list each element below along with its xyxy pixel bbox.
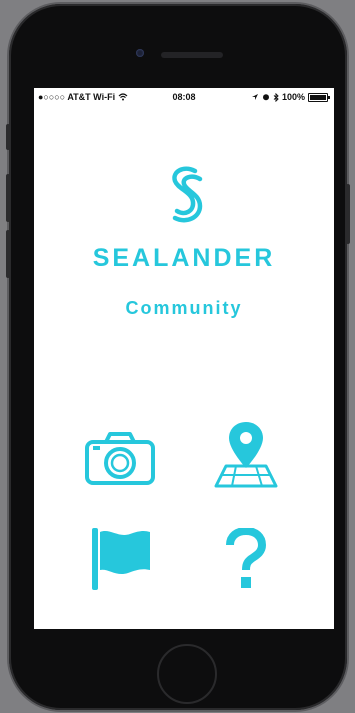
sealander-logo-icon — [172, 166, 203, 223]
flag-icon[interactable] — [92, 526, 152, 592]
map-pin-icon[interactable] — [212, 420, 280, 490]
battery-percent: 100% — [281, 92, 305, 102]
question-mark-icon[interactable] — [224, 528, 268, 592]
battery-icon — [308, 92, 330, 102]
status-bar: ●○○○○ AT&T Wi-Fi 08:08 100% — [34, 88, 334, 106]
home-button[interactable] — [157, 644, 217, 704]
front-camera — [136, 49, 144, 57]
camera-icon[interactable] — [84, 430, 156, 486]
volume-down-button — [6, 230, 10, 278]
alarm-icon — [262, 94, 269, 101]
location-arrow-icon — [251, 94, 258, 100]
earpiece-speaker — [161, 52, 223, 58]
app-screen: ●○○○○ AT&T Wi-Fi 08:08 100% SEALANDER Co… — [34, 88, 334, 629]
power-button — [346, 184, 350, 244]
bluetooth-icon — [273, 92, 279, 102]
volume-up-button — [6, 174, 10, 222]
brand-name: SEALANDER — [92, 244, 276, 272]
mute-switch — [6, 124, 10, 150]
app-subtitle: Community — [125, 298, 243, 318]
